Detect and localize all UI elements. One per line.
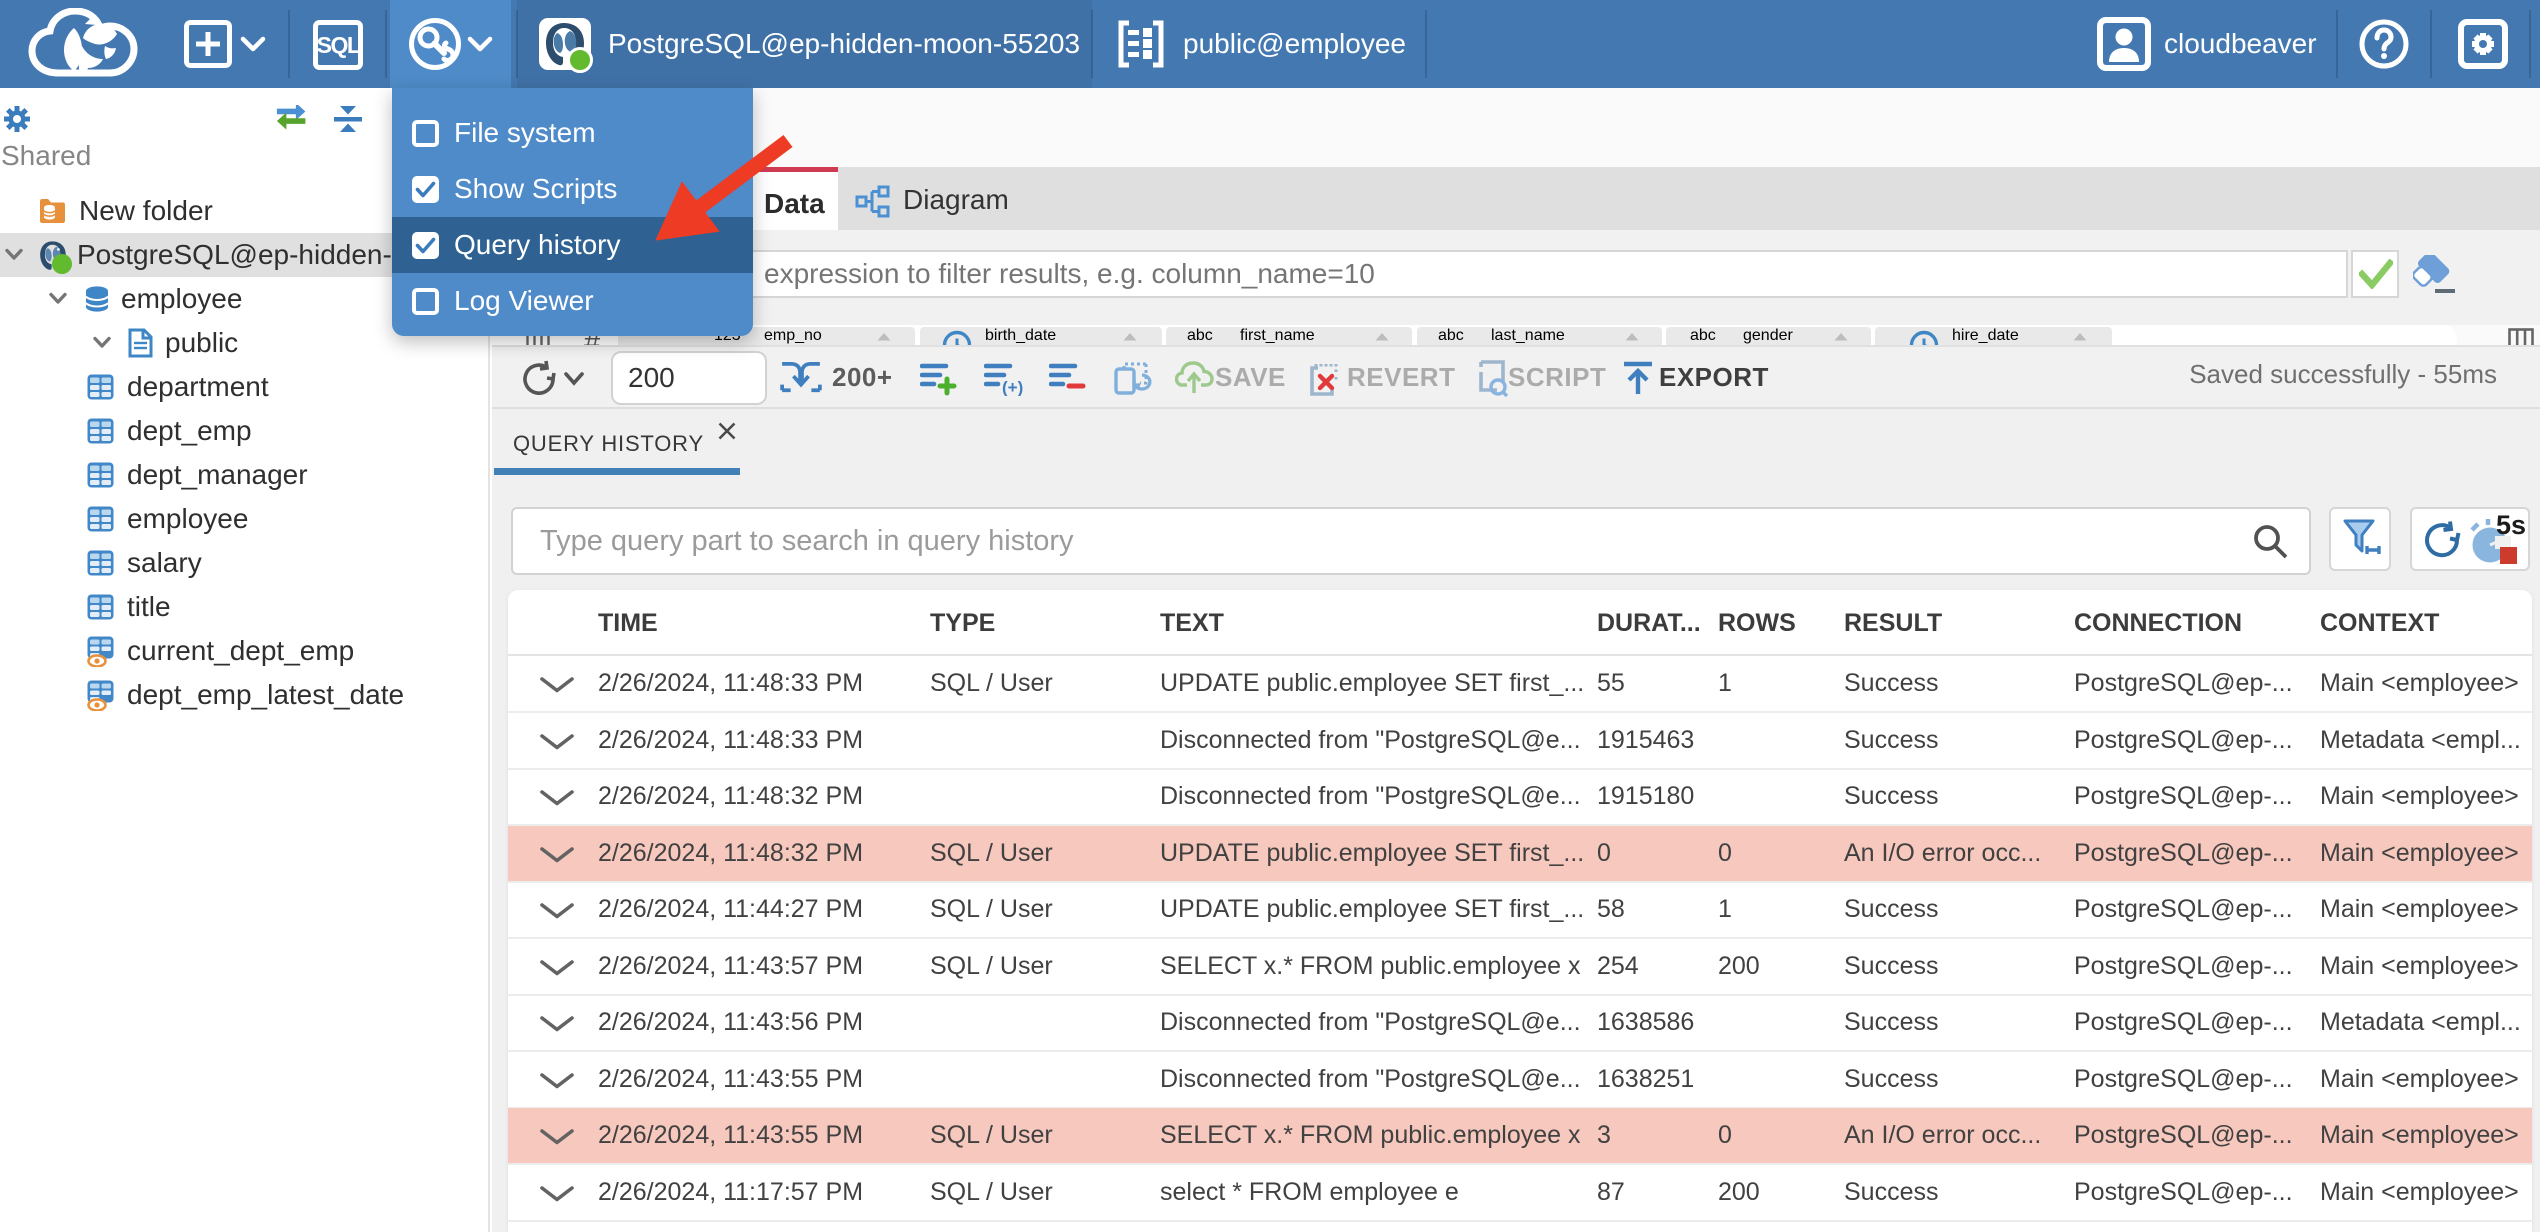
svg-text:(+): (+): [1002, 378, 1023, 396]
svg-text:SQL: SQL: [317, 32, 361, 58]
